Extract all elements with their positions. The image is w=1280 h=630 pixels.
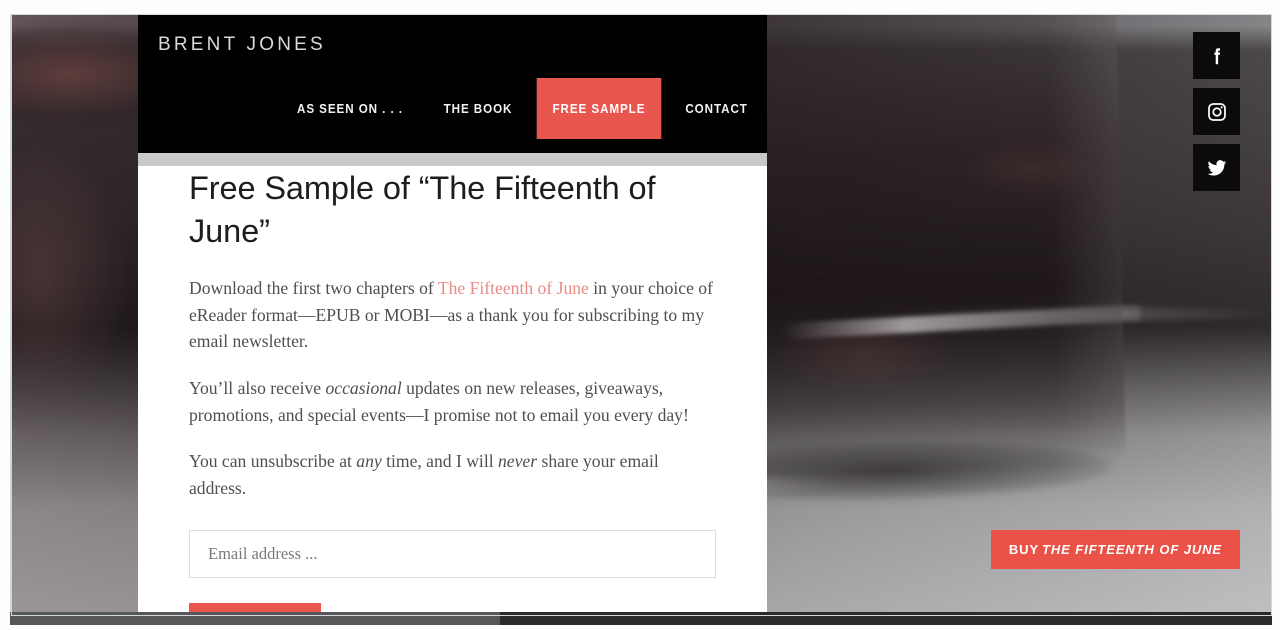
newsletter-signup-form: Subscribe [189, 529, 719, 616]
email-input[interactable] [189, 529, 716, 578]
text-run: time, and I will [381, 451, 498, 472]
instagram-link[interactable] [1193, 88, 1240, 135]
body-copy: Download the first two chapters of The F… [189, 275, 719, 502]
nav-item-as-seen-on[interactable]: As Seen On . . . [281, 78, 419, 139]
instagram-icon [1206, 101, 1228, 123]
twitter-icon [1206, 157, 1228, 179]
text-run: Download the first two chapters of [189, 277, 438, 298]
paragraph-1: Download the first two chapters of The F… [189, 275, 719, 355]
nav-item-contact[interactable]: Contact [669, 78, 763, 139]
nav-item-free-sample[interactable]: Free Sample [536, 78, 662, 139]
site-header: Brent Jones As Seen On . . . The Book Fr… [138, 14, 767, 153]
content-card: Free Sample of “The Fifteenth of June” D… [138, 139, 767, 616]
horizontal-scrollbar-thumb[interactable] [10, 612, 500, 625]
nav-item-the-book[interactable]: The Book [428, 78, 528, 139]
paragraph-3: You can unsubscribe at any time, and I w… [189, 448, 719, 501]
buy-banner-prefix: Buy [1008, 542, 1040, 557]
site-brand-logo[interactable]: Brent Jones [158, 34, 326, 56]
main-navigation: As Seen On . . . The Book Free Sample Co… [276, 78, 767, 139]
social-links-rail [1193, 32, 1240, 191]
paragraph-2: You’ll also receive occasional updates o… [189, 375, 719, 428]
browser-viewport: Brent Jones As Seen On . . . The Book Fr… [0, 0, 1280, 630]
text-run: You can unsubscribe at [189, 451, 357, 472]
buy-banner-title: The Fifteenth of June [1042, 542, 1222, 557]
facebook-icon [1206, 45, 1228, 67]
horizontal-scrollbar[interactable] [10, 612, 1272, 625]
book-title-link[interactable]: The Fifteenth of June [438, 278, 589, 298]
twitter-link[interactable] [1193, 144, 1240, 191]
page-title: Free Sample of “The Fifteenth of June” [189, 170, 656, 249]
page-frame: Brent Jones As Seen On . . . The Book Fr… [10, 14, 1272, 616]
emphasis-text: never [498, 451, 538, 472]
content-inner: Free Sample of “The Fifteenth of June” D… [189, 167, 719, 616]
card-top-strip [138, 153, 767, 166]
emphasis-text: occasional [325, 377, 402, 398]
text-run: You’ll also receive [189, 377, 326, 398]
facebook-link[interactable] [1193, 32, 1240, 79]
buy-book-banner[interactable]: Buy The Fifteenth of June [990, 530, 1240, 569]
emphasis-text: any [356, 451, 382, 472]
